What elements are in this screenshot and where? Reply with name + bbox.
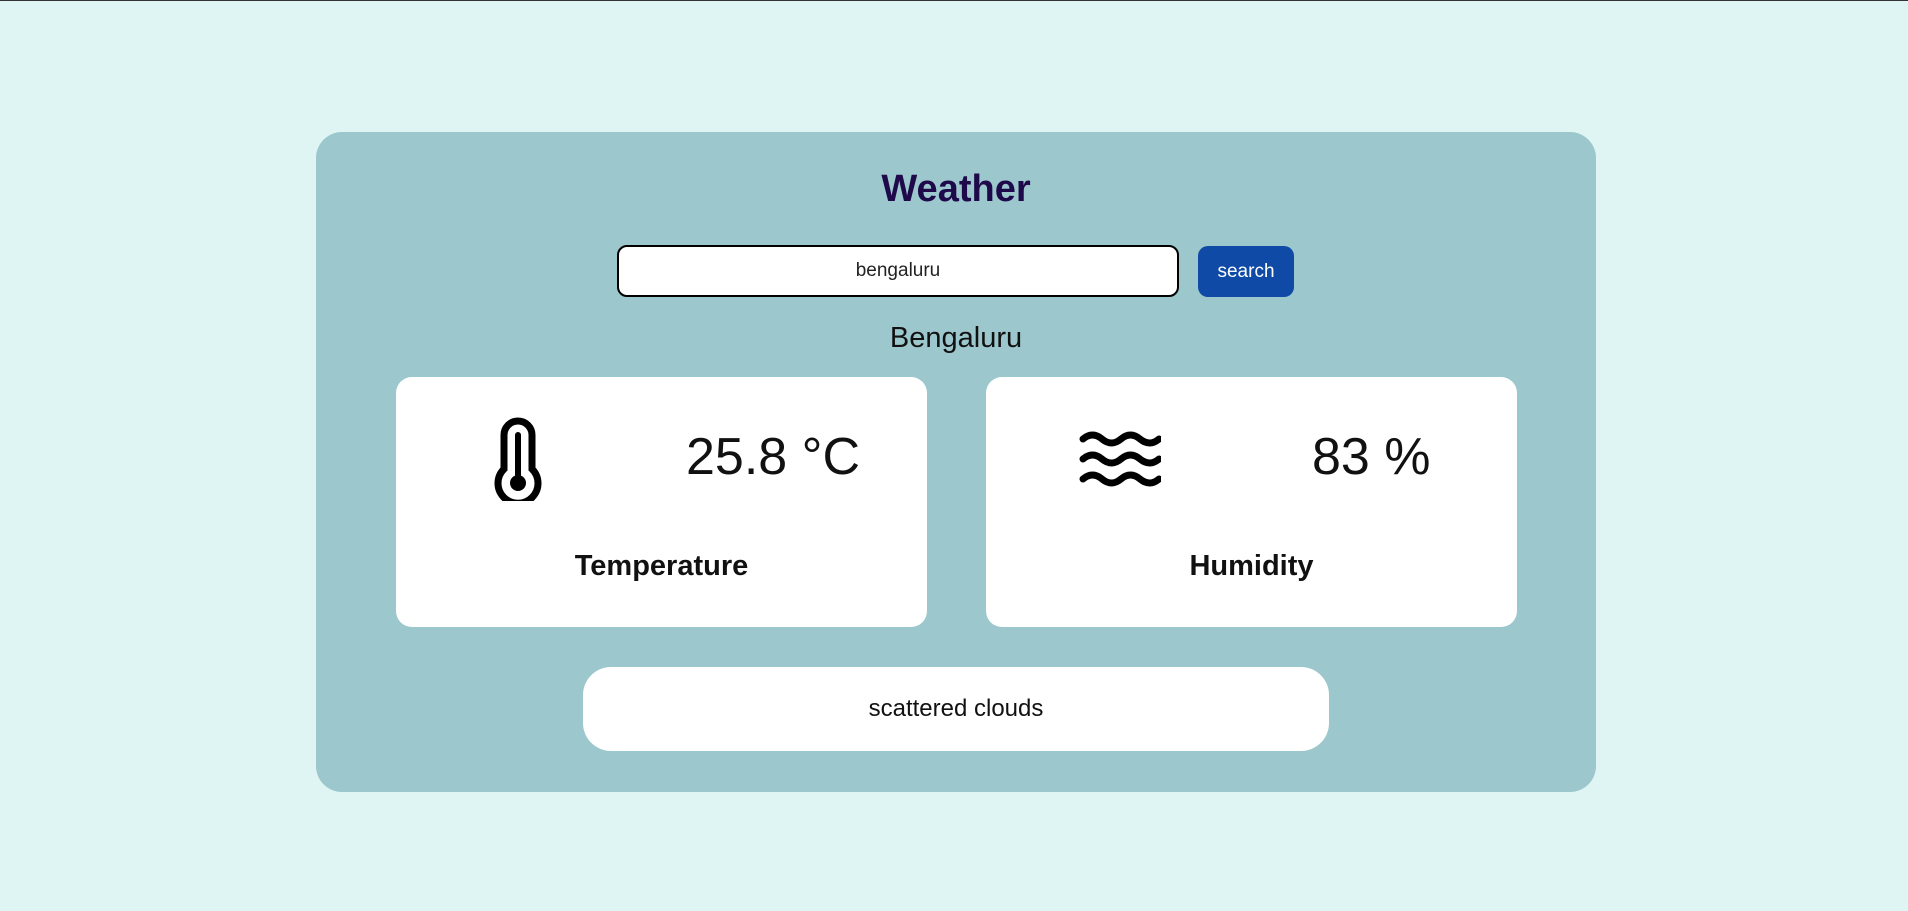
thermometer-icon — [468, 415, 568, 503]
temperature-label: Temperature — [574, 550, 749, 582]
app-title: Weather — [881, 168, 1031, 210]
temperature-value: 25.8 °C — [686, 428, 861, 486]
humidity-label: Humidity — [1189, 550, 1314, 582]
humidity-card: 83 % Humidity — [986, 377, 1517, 627]
humidity-value: 83 % — [1312, 428, 1431, 486]
search-button[interactable]: search — [1198, 246, 1294, 297]
weather-card: Weather search Bengaluru 25.8 °C Tempera… — [316, 132, 1596, 792]
search-input[interactable] — [617, 245, 1179, 297]
temperature-card: 25.8 °C Temperature — [396, 377, 927, 627]
humidity-waves-icon — [1070, 415, 1170, 503]
weather-description: scattered clouds — [583, 667, 1329, 751]
city-name: Bengaluru — [889, 322, 1023, 354]
